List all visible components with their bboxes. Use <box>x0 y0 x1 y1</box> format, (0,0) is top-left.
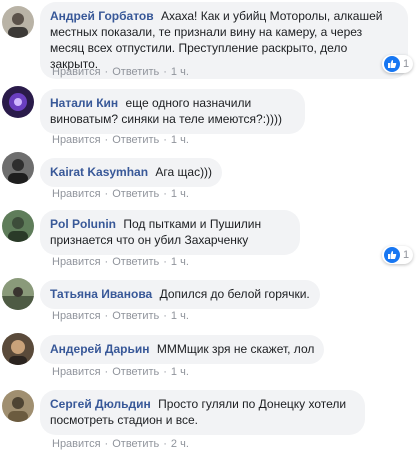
like-link[interactable]: Нравится <box>52 188 101 200</box>
reply-link[interactable]: Ответить <box>112 66 159 78</box>
comment-actions: Нравится · Ответить · 1 ч. <box>52 187 189 201</box>
reply-link[interactable]: Ответить <box>112 310 159 322</box>
like-link[interactable]: Нравится <box>52 366 101 378</box>
like-link[interactable]: Нравится <box>52 310 101 322</box>
comment-actions: Нравится · Ответить · 1 ч. <box>52 133 189 147</box>
comment-bubble: Татьяна Иванова Допился до белой горячки… <box>40 280 320 309</box>
comment-author[interactable]: Сергей Дюльдин <box>50 397 151 411</box>
separator: · <box>163 134 167 146</box>
like-link[interactable]: Нравится <box>52 134 101 146</box>
avatar[interactable] <box>2 333 34 365</box>
comment-author[interactable]: Татьяна Иванова <box>50 287 152 301</box>
reply-link[interactable]: Ответить <box>112 438 159 450</box>
like-icon <box>384 56 400 72</box>
reply-link[interactable]: Ответить <box>112 366 159 378</box>
separator: · <box>104 256 109 268</box>
comment-author[interactable]: Андрей Горбатов <box>50 9 154 23</box>
comment-actions: Нравится · Ответить · 1 ч. <box>52 65 189 79</box>
reply-link[interactable]: Ответить <box>112 256 159 268</box>
avatar[interactable] <box>2 86 34 118</box>
separator: · <box>104 310 109 322</box>
comment-author[interactable]: Kairat Kasymhan <box>50 165 148 179</box>
avatar[interactable] <box>2 6 34 38</box>
comment-text: Ага щас))) <box>155 165 213 179</box>
avatar[interactable] <box>2 390 34 422</box>
separator: · <box>163 256 167 268</box>
separator: · <box>163 438 167 450</box>
avatar[interactable] <box>2 152 34 184</box>
reaction-count[interactable]: 1 <box>382 246 414 264</box>
comment-bubble: Андерей Дарьин МММщик зря не скажет, лол <box>40 335 325 364</box>
comment-bubble: Сергей Дюльдин Просто гуляли по Донецку … <box>40 390 365 435</box>
comment-actions: Нравится · Ответить · 1 ч. <box>52 365 189 379</box>
comment-bubble: Kairat Kasymhan Ага щас))) <box>40 158 223 187</box>
comment-bubble: Натали Кин еще одного назначили виноваты… <box>40 89 305 134</box>
avatar[interactable] <box>2 278 34 310</box>
comment-time[interactable]: 1 ч. <box>171 310 189 322</box>
comment-actions: Нравится · Ответить · 1 ч. <box>52 309 189 323</box>
reaction-number: 1 <box>403 58 410 70</box>
separator: · <box>163 188 167 200</box>
comment-time[interactable]: 1 ч. <box>171 366 189 378</box>
reaction-count[interactable]: 1 <box>382 55 414 73</box>
separator: · <box>163 66 167 78</box>
separator: · <box>104 134 109 146</box>
comment-actions: Нравится · Ответить · 2 ч. <box>52 437 189 451</box>
separator: · <box>104 66 109 78</box>
comment-author[interactable]: Андерей Дарьин <box>50 342 149 356</box>
like-link[interactable]: Нравится <box>52 438 101 450</box>
comment-time[interactable]: 1 ч. <box>171 134 189 146</box>
comment-time[interactable]: 1 ч. <box>171 66 189 78</box>
comment-actions: Нравится · Ответить · 1 ч. <box>52 255 189 269</box>
reply-link[interactable]: Ответить <box>112 188 159 200</box>
like-link[interactable]: Нравится <box>52 256 101 268</box>
separator: · <box>163 310 167 322</box>
comment-author[interactable]: Pol Polunin <box>50 217 116 231</box>
comment-text: МММщик зря не скажет, лол <box>156 342 315 356</box>
separator: · <box>104 438 109 450</box>
comment-bubble: Pol Polunin Под пытками и Пушилин призна… <box>40 210 300 255</box>
comment-author[interactable]: Натали Кин <box>50 96 118 110</box>
reply-link[interactable]: Ответить <box>112 134 159 146</box>
separator: · <box>163 366 167 378</box>
separator: · <box>104 188 109 200</box>
comment-time[interactable]: 2 ч. <box>171 438 189 450</box>
comment-time[interactable]: 1 ч. <box>171 256 189 268</box>
like-icon <box>384 247 400 263</box>
separator: · <box>104 366 109 378</box>
like-link[interactable]: Нравится <box>52 66 101 78</box>
avatar[interactable] <box>2 210 34 242</box>
reaction-number: 1 <box>403 249 410 261</box>
comment-time[interactable]: 1 ч. <box>171 188 189 200</box>
comment-text: Допился до белой горячки. <box>159 287 310 301</box>
